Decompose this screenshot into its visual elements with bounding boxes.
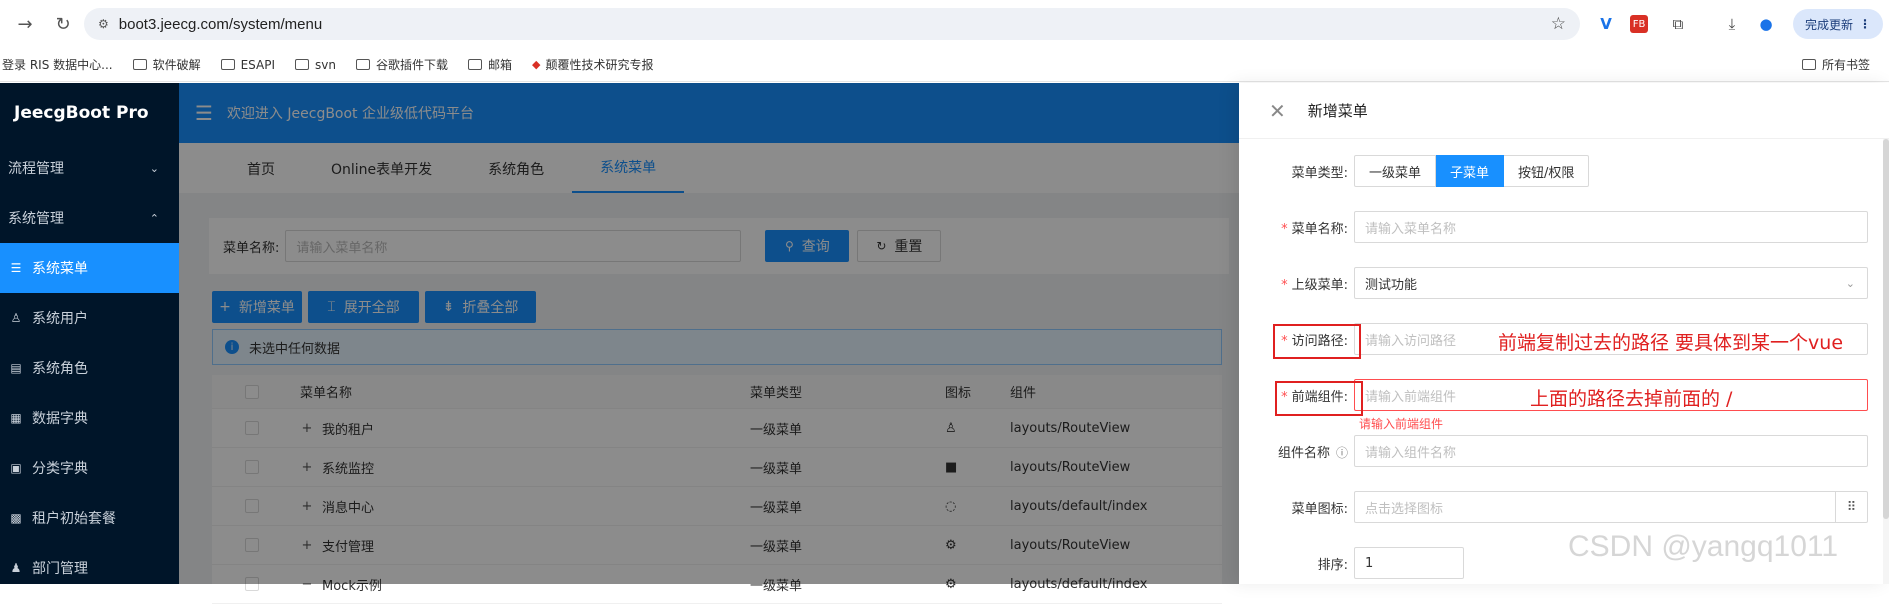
form-row-menu-type: 菜单类型: 一级菜单 子菜单 按钮/权限 bbox=[1239, 155, 1879, 187]
menu-type-button[interactable]: 按钮/权限 bbox=[1504, 155, 1590, 187]
bookmark-folder[interactable]: 软件破解 bbox=[132, 56, 201, 73]
menu-icon-input[interactable]: 点击选择图标 ⠿ bbox=[1354, 491, 1868, 523]
vue-devtools-icon[interactable]: V bbox=[1594, 12, 1618, 36]
folder-icon bbox=[220, 59, 235, 70]
form-row-menu-name: * 菜单名称: 请输入菜单名称 bbox=[1239, 211, 1879, 243]
component-name-label: 组件名称 bbox=[1277, 445, 1330, 461]
folder-icon bbox=[355, 59, 370, 70]
menu-name-label: 菜单名称: bbox=[1291, 221, 1348, 237]
annotation-box-component-label bbox=[1275, 381, 1363, 416]
sidebar: JeecgBoot Pro 流程管理 ⌄ 系统管理 ⌃ ☰ 系统菜单 ♙ 系统用户 ▤ 系… bbox=[0, 83, 179, 584]
team-icon: ♟ bbox=[10, 561, 22, 575]
sidebar-item-roles[interactable]: ▤ 系统角色 bbox=[0, 343, 179, 393]
folder-icon bbox=[295, 59, 309, 70]
app: JeecgBoot Pro 流程管理 ⌄ 系统管理 ⌃ ☰ 系统菜单 ♙ 系统用户 ▤ 系… bbox=[0, 83, 1889, 604]
annotation-box-path-label bbox=[1273, 324, 1361, 359]
url-text: boot3.jeecg.com/system/menu bbox=[118, 15, 323, 33]
address-bar[interactable]: ⚙ boot3.jeecg.com/system/menu ☆ bbox=[84, 8, 1580, 40]
main-content: ☰ 欢迎进入 JeecgBoot 企业级低代码平台 首页 Online表单开发 … bbox=[179, 83, 1239, 604]
form-row-component-name: 组件名称 ⓘ 请输入组件名称 bbox=[1239, 435, 1879, 467]
form-row-menu-icon: 菜单图标: 点击选择图标 ⠿ bbox=[1239, 491, 1879, 523]
reload-icon[interactable]: ↻ bbox=[48, 9, 78, 39]
add-menu-drawer: ✕ 新增菜单 菜单类型: 一级菜单 子菜单 按钮/权限 * 菜单名称: 请输入菜单… bbox=[1239, 83, 1889, 584]
grid-icon[interactable]: ⠿ bbox=[1835, 492, 1867, 522]
dict-icon: ▦ bbox=[10, 411, 22, 425]
folder-icon bbox=[132, 59, 147, 70]
download-icon[interactable]: ⤓ bbox=[1720, 12, 1744, 36]
folder-icon bbox=[1802, 59, 1816, 70]
annotation-component-note: 上面的路径去掉前面的 / bbox=[1530, 388, 1733, 410]
watermark: CSDN @yangq1011 bbox=[1568, 530, 1839, 563]
user-icon: ♙ bbox=[10, 311, 22, 325]
bookmark-item[interactable]: 登录 RIS 数据中心... bbox=[2, 56, 113, 73]
sidebar-item-category[interactable]: ▣ 分类字典 bbox=[0, 443, 179, 493]
update-button[interactable]: 完成更新 ⋮ bbox=[1793, 9, 1883, 39]
extensions-icon[interactable]: ⧉ bbox=[1666, 12, 1690, 36]
forward-icon[interactable]: → bbox=[10, 9, 40, 39]
app-logo: JeecgBoot Pro bbox=[14, 103, 149, 123]
bookmark-folder[interactable]: 谷歌插件下载 bbox=[355, 56, 448, 73]
profile-icon[interactable]: ● bbox=[1754, 12, 1778, 36]
feedbro-icon[interactable]: FB bbox=[1630, 15, 1648, 33]
bookmark-item[interactable]: ◆ 颠覆性技术研究专报 bbox=[532, 56, 653, 73]
menu-icon-label: 菜单图标: bbox=[1291, 501, 1348, 517]
sidebar-item-system[interactable]: 系统管理 ⌃ bbox=[0, 193, 179, 243]
scrollbar-thumb[interactable] bbox=[1883, 139, 1889, 519]
all-bookmarks[interactable]: 所有书签 bbox=[1802, 56, 1870, 73]
component-name-input[interactable]: 请输入组件名称 bbox=[1354, 435, 1868, 467]
sort-label: 排序: bbox=[1317, 557, 1348, 573]
folder-icon bbox=[467, 59, 482, 70]
drawer-scrollbar[interactable] bbox=[1883, 139, 1889, 584]
sidebar-item-dict[interactable]: ▦ 数据字典 bbox=[0, 393, 179, 443]
more-icon: ⋮ bbox=[1859, 17, 1871, 31]
menu-icon: ☰ bbox=[10, 261, 22, 275]
bookmarks-bar: 登录 RIS 数据中心... 软件破解 ESAPI svn 谷歌插件下载 邮箱 … bbox=[0, 48, 1889, 82]
chevron-down-icon: ⌄ bbox=[1845, 276, 1855, 290]
drawer-header: ✕ 新增菜单 bbox=[1239, 83, 1889, 139]
sidebar-item-depart[interactable]: ♟ 部门管理 bbox=[0, 543, 179, 593]
category-icon: ▣ bbox=[10, 461, 22, 475]
sidebar-item-tenant-pack[interactable]: ▩ 租户初始套餐 bbox=[0, 493, 179, 543]
menu-type-top-level[interactable]: 一级菜单 bbox=[1354, 155, 1437, 187]
required-mark: * bbox=[1281, 221, 1288, 237]
site-icon: ◆ bbox=[532, 58, 541, 71]
site-info-icon[interactable]: ⚙ bbox=[98, 17, 109, 31]
drawer-mask[interactable] bbox=[179, 83, 1239, 584]
bookmark-star-icon[interactable]: ☆ bbox=[1551, 14, 1566, 34]
sort-input[interactable]: 1 bbox=[1354, 547, 1464, 579]
sidebar-item-users[interactable]: ♙ 系统用户 bbox=[0, 293, 179, 343]
bookmark-folder[interactable]: svn bbox=[295, 58, 336, 72]
component-error: 请输入前端组件 bbox=[1359, 417, 1444, 431]
form-row-parent-menu: * 上级菜单: 测试功能 ⌄ bbox=[1239, 267, 1879, 299]
required-mark: * bbox=[1281, 277, 1288, 293]
parent-menu-select[interactable]: 测试功能 ⌄ bbox=[1354, 267, 1868, 299]
close-icon[interactable]: ✕ bbox=[1269, 99, 1286, 123]
sidebar-item-menu[interactable]: ☰ 系统菜单 bbox=[0, 243, 179, 293]
package-icon: ▩ bbox=[10, 511, 22, 525]
parent-menu-label: 上级菜单: bbox=[1291, 277, 1348, 293]
menu-type-submenu[interactable]: 子菜单 bbox=[1436, 155, 1505, 187]
info-circle-icon[interactable]: ⓘ bbox=[1336, 446, 1348, 460]
drawer-title: 新增菜单 bbox=[1307, 102, 1368, 120]
chevron-down-icon: ⌄ bbox=[149, 161, 159, 175]
menu-type-radio-group: 一级菜单 子菜单 按钮/权限 bbox=[1354, 155, 1590, 187]
browser-toolbar: → ↻ ⚙ boot3.jeecg.com/system/menu ☆ V FB… bbox=[0, 0, 1889, 48]
menu-name-input[interactable]: 请输入菜单名称 bbox=[1354, 211, 1868, 243]
bookmark-folder[interactable]: 邮箱 bbox=[467, 56, 512, 73]
menu-type-label: 菜单类型: bbox=[1291, 165, 1348, 181]
annotation-path-note: 前端复制过去的路径 要具体到某一个vue bbox=[1498, 332, 1844, 354]
sidebar-item-process[interactable]: 流程管理 ⌄ bbox=[0, 143, 179, 193]
bookmark-folder[interactable]: ESAPI bbox=[220, 58, 275, 72]
role-icon: ▤ bbox=[10, 361, 22, 375]
chevron-up-icon: ⌃ bbox=[149, 211, 159, 225]
